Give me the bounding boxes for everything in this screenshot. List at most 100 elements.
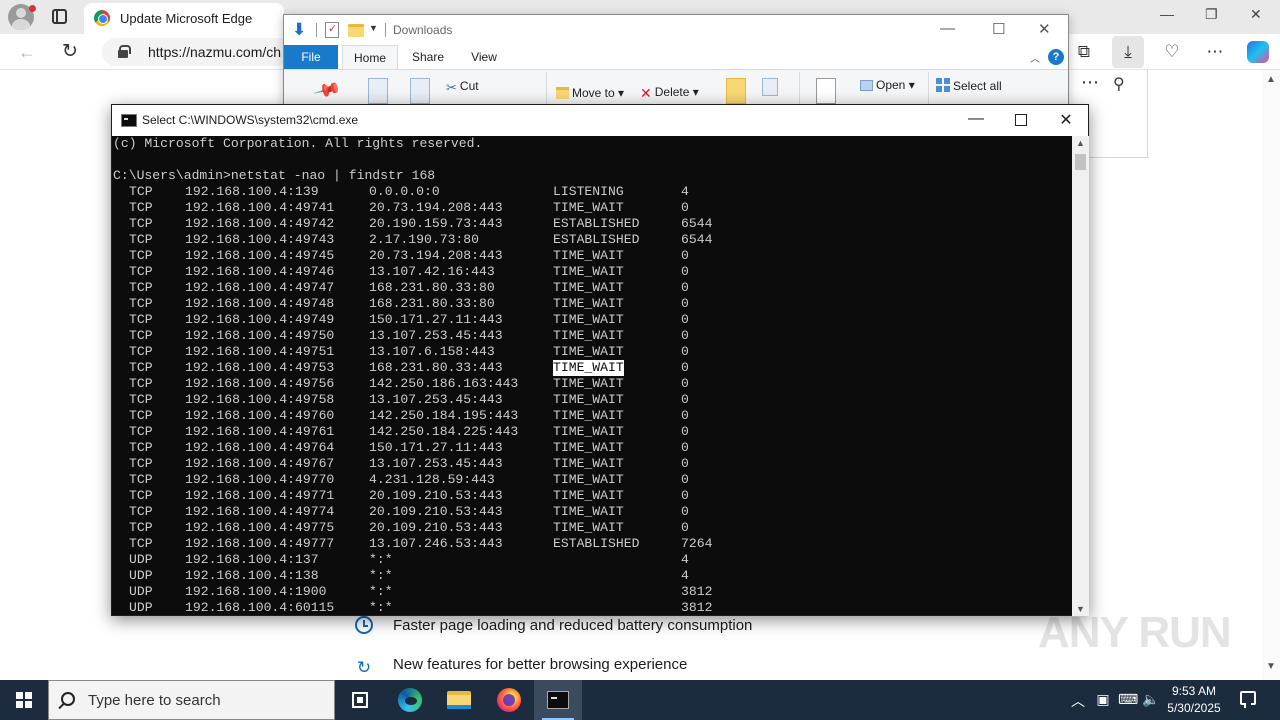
cmd-scrollbar[interactable]: ▲ ▼ [1072,136,1089,616]
search-placeholder: Type here to search [88,692,221,709]
clock-date[interactable]: 5/30/2025 [1160,701,1228,715]
edge-restore-button[interactable]: ❐ [1205,6,1218,23]
copilot-icon[interactable] [1247,41,1269,63]
cmd-close-button[interactable]: ✕ [1056,110,1076,130]
netstat-local: 192.168.100.4:49774 [185,504,335,519]
netstat-pid: 0 [681,264,689,279]
tab-share[interactable]: Share [404,45,452,69]
cmd-title: Select C:\WINDOWS\system32\cmd.exe [142,113,359,127]
netstat-state: TIME_WAIT [553,360,624,376]
show-hidden-icons-chevron-icon[interactable]: ︿ [1069,691,1087,711]
tab-actions-icon[interactable] [52,9,67,24]
browser-tab[interactable]: Update Microsoft Edge [84,3,284,34]
scroll-thumb[interactable] [1075,154,1086,170]
taskbar-firefox[interactable] [485,680,533,720]
netstat-proto: TCP [129,328,153,343]
select-all-button[interactable]: Select all [936,78,1002,93]
scissors-icon: ✂ [446,80,457,95]
netstat-pid: 0 [681,360,689,375]
help-icon[interactable]: ? [1048,49,1064,65]
properties-icon[interactable] [325,22,339,38]
clock-time[interactable]: 9:53 AM [1160,684,1228,698]
netstat-foreign: *:* [369,568,393,583]
collapse-ribbon-icon[interactable]: ︿ [1030,50,1040,65]
divider [799,72,800,105]
netstat-local: 192.168.100.4:49760 [185,408,335,423]
explorer-minimize-button[interactable]: — [940,20,955,37]
pin-to-quick-access-icon[interactable]: 📌 [312,76,342,105]
netstat-proto: TCP [129,376,153,391]
refresh-icon[interactable]: ↻ [62,40,78,63]
netstat-proto: TCP [129,504,153,519]
more-options-icon[interactable]: ⋯ [1081,72,1099,93]
url-text[interactable]: https://nazmu.com/ch [148,44,288,60]
settings-more-icon[interactable]: ⋯ [1204,42,1226,62]
task-view-icon [352,692,368,708]
copyright-line: (c) Microsoft Corporation. All rights re… [113,136,483,151]
cut-button[interactable]: ✂ Cut [446,79,479,96]
device-icon[interactable]: ▣ [1094,691,1112,708]
taskbar-edge[interactable] [386,680,434,720]
properties-big-icon[interactable] [816,78,836,104]
cmd-maximize-button[interactable] [1015,114,1027,126]
edge-minimize-button[interactable]: — [1160,6,1174,22]
scroll-up-arrow-icon[interactable]: ▲ [1076,138,1085,148]
netstat-pid: 4 [681,552,689,567]
tab-home[interactable]: Home [342,45,398,69]
netstat-foreign: *:* [369,600,393,615]
netstat-pid: 0 [681,456,689,471]
new-folder-icon[interactable] [348,24,364,37]
taskbar-search-box[interactable]: Type here to search [48,680,335,720]
new-folder-big-icon[interactable] [726,78,746,104]
lock-icon[interactable] [118,45,131,58]
explorer-close-button[interactable]: ✕ [1038,20,1051,38]
delete-label: Delete [654,85,690,99]
new-item-icon[interactable] [762,78,778,96]
start-button[interactable] [0,680,48,720]
address-bar[interactable]: https://nazmu.com/ch [102,38,292,66]
paste-icon[interactable] [410,78,430,104]
task-view-button[interactable] [336,680,384,720]
tab-view[interactable]: View [460,45,508,69]
netstat-proto: TCP [129,392,153,407]
browser-essentials-icon[interactable]: ♡ [1161,42,1183,62]
file-explorer-icon [447,691,471,709]
page-scrollbar[interactable]: ▲ ▼ [1262,70,1280,680]
edge-close-button[interactable]: ✕ [1250,6,1262,23]
move-to-button[interactable]: Move to ▾ [556,86,624,100]
netstat-proto: UDP [129,552,153,567]
netstat-state: TIME_WAIT [553,520,624,535]
netstat-proto: TCP [129,488,153,503]
scroll-down-arrow-icon[interactable]: ▼ [1076,604,1085,614]
cmd-minimize-button[interactable]: — [966,110,986,128]
cmd-console-output[interactable]: (c) Microsoft Corporation. All rights re… [112,136,1072,616]
pin-icon[interactable]: ⚲ [1113,74,1125,94]
taskbar-file-explorer[interactable] [435,680,483,720]
explorer-maximize-button[interactable]: ☐ [992,20,1005,38]
scroll-down-arrow-icon[interactable]: ▼ [1266,661,1276,672]
scroll-up-arrow-icon[interactable]: ▲ [1266,74,1276,85]
back-arrow-icon[interactable]: ← [18,42,36,63]
delete-button[interactable]: ✕ Delete ▾ [640,85,699,102]
cmd-icon [547,691,569,709]
notifications-icon[interactable] [1240,691,1256,708]
cmd-app-icon[interactable] [121,114,137,127]
tab-file[interactable]: File [284,45,338,69]
netstat-local: 192.168.100.4:49746 [185,264,335,279]
copy-icon[interactable] [368,78,388,104]
open-button[interactable]: Open ▾ [860,78,915,92]
netstat-state: TIME_WAIT [553,296,624,311]
taskbar-cmd[interactable] [534,680,582,720]
network-icon[interactable]: ⌨ [1118,691,1138,708]
netstat-state: TIME_WAIT [553,280,624,295]
netstat-local: 192.168.100.4:49750 [185,328,335,343]
volume-icon[interactable]: 🔈 [1142,691,1160,708]
netstat-local: 192.168.100.4:49741 [185,200,335,215]
netstat-foreign: 4.231.128.59:443 [369,472,495,487]
netstat-proto: TCP [129,344,153,359]
customize-toolbar-icon[interactable]: ▼ [369,23,378,33]
netstat-local: 192.168.100.4:49747 [185,280,335,295]
netstat-foreign: *:* [369,552,393,567]
collections-icon[interactable]: ⧉ [1073,42,1095,62]
downloads-icon[interactable]: ⤓ [1117,42,1139,62]
